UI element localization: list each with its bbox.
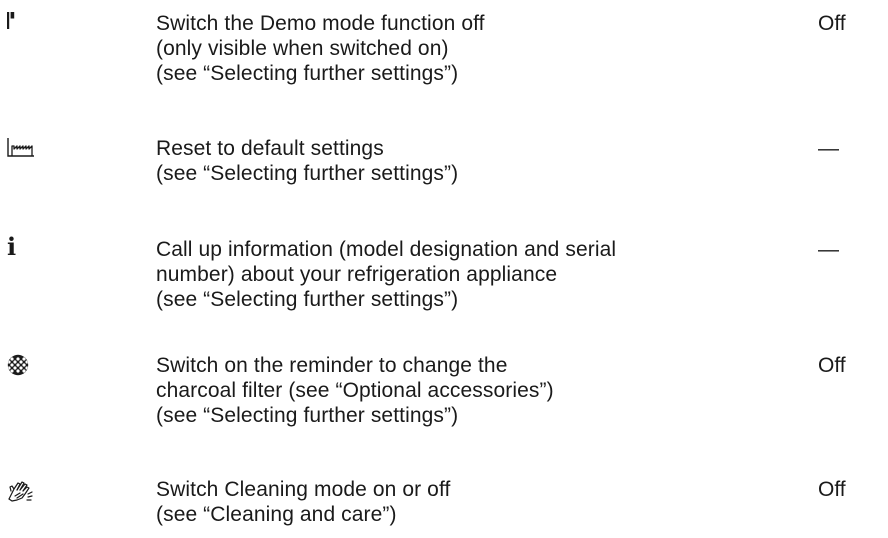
info-glyph: i [7,232,17,261]
setting-description: Switch the Demo mode function off (only … [156,11,716,86]
default-value: — [818,238,839,261]
description-line: charcoal filter (see “Optional accessori… [156,379,554,402]
cleaning-hand-icon [6,477,36,507]
description-line: (only visible when switched on) [156,37,449,60]
description-line: number) about your refrigeration applian… [156,263,558,286]
description-line: (see “Selecting further settings”) [156,404,459,427]
description-line: (see “Selecting further settings”) [156,162,459,185]
settings-table: Switch the Demo mode function off (only … [0,0,888,538]
description-line: Switch the Demo mode function off [156,12,485,35]
info-icon: i [6,232,36,267]
setting-description: Call up information (model designation a… [156,237,716,312]
demo-mode-flag-icon [6,11,36,41]
description-line: Call up information (model designation a… [156,238,617,261]
setting-description: Switch Cleaning mode on or off (see “Cle… [156,477,716,527]
description-line: (see “Selecting further settings”) [156,62,459,85]
default-value: Off [818,354,846,377]
description-line: (see “Cleaning and care”) [156,503,397,526]
description-line: Switch Cleaning mode on or off [156,478,451,501]
setting-description: Switch on the reminder to change the cha… [156,353,716,428]
default-value: Off [818,12,846,35]
description-line: Switch on the reminder to change the [156,354,508,377]
factory-reset-icon [6,136,36,166]
setting-description: Reset to default settings (see “Selectin… [156,136,716,186]
default-value: — [818,137,839,160]
description-line: (see “Selecting further settings”) [156,288,459,311]
charcoal-filter-icon [6,353,36,383]
description-line: Reset to default settings [156,137,384,160]
default-value: Off [818,478,846,501]
